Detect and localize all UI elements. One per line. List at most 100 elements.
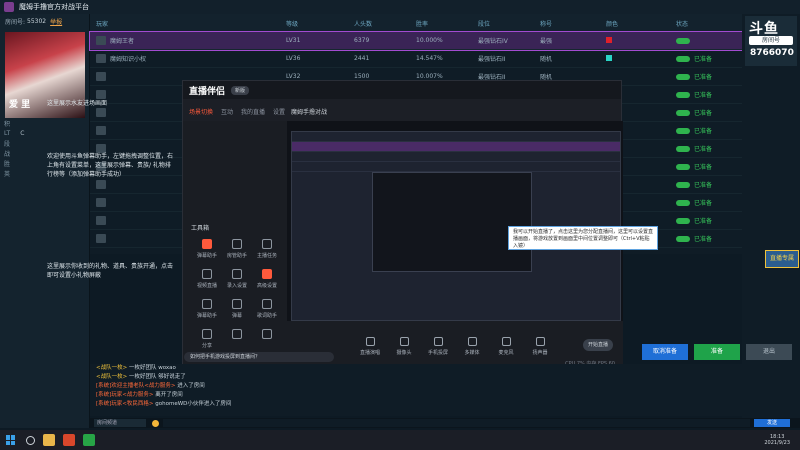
report-link[interactable]: 举报 [50,17,62,26]
chat-sender[interactable]: <战队一枚> [96,374,129,380]
media-label: 手机投屏 [427,349,448,356]
toggle-icon[interactable] [676,145,690,152]
clock[interactable]: 18:13 2021/9/23 [764,434,790,446]
chat-text: 一枚好团队 够好说走了 [128,374,186,380]
hint-pill[interactable]: 如何把手机游戏投屏到直播间？ [184,352,334,362]
media-control[interactable]: 多媒体 [460,336,484,356]
player-thumb-icon [96,90,106,99]
tool-label: 主播任务 [256,253,277,259]
tip-danmaku: 欢迎使用斗鱼弹幕助手，左键拖拽调整位置，右上角有设置菜单，这里展示弹幕、贵族/ … [47,153,174,178]
ready-status: 已准备 [694,218,713,225]
chat-text: 离开了房间 [155,392,183,398]
tool-button[interactable]: 录入设置 [221,269,253,289]
tool-button[interactable]: 房管助手 [221,239,253,259]
tool-icon [262,269,272,279]
chat-message: <战队一枚> 一枚好团队 够好说走了 [96,373,742,382]
tool-button[interactable]: 歌词助手 [251,299,283,319]
player-rate: 14.547% [416,55,443,62]
tool-button[interactable]: 视频直播 [191,269,223,289]
tool-label: 弹幕助手 [196,313,217,319]
media-control[interactable]: 扬声器 [528,336,552,356]
toggle-icon[interactable] [676,109,690,116]
companion-brand: 直播伴侣 [189,86,226,97]
chat-input[interactable] [163,419,750,427]
tool-icon [202,299,212,309]
wechat-icon[interactable] [83,434,95,446]
player-level: LV31 [286,37,301,44]
stat-key: 战 [4,150,11,158]
ready-status: 已准备 [694,110,713,117]
preview-title: 魔姆手撸对战 [291,109,328,116]
player-profile-panel: 房间号: 55302 举报 爱 里 积 LT C 段战胜英 [0,14,90,428]
ready-button[interactable]: 准备 [694,344,740,360]
tool-icon [262,299,272,309]
cancel-ready-button[interactable]: 取消准备 [642,344,688,360]
table-row[interactable]: 魔姆知识小权 LV36 2441 14.547% 最强钻石II 随机 已准备 [90,50,742,68]
toggle-icon[interactable] [676,91,690,98]
media-label: 摄像头 [396,349,412,356]
room-info: 房间号: 55302 举报 [0,14,89,28]
player-rank: 最强钻石II [478,56,506,63]
gold-badge[interactable]: 直播专属 [765,250,799,268]
tool-button[interactable]: 弹幕助手 [191,299,223,319]
tool-button[interactable] [221,329,253,342]
media-control[interactable]: 手机投屏 [426,336,450,356]
toggle-icon[interactable] [676,73,690,80]
media-control[interactable]: 麦克风 [494,336,518,356]
toggle-icon[interactable] [676,55,690,62]
toggle-icon[interactable] [676,235,690,242]
chat-sender[interactable]: <战队一枚> [96,365,129,371]
tool-label: 视频直播 [196,283,217,289]
chat-message: [系统]玩家<战力服务> 离开了房间 [96,391,742,400]
search-icon[interactable] [26,435,35,445]
chat-text: 一枚好团队 woxao [128,365,176,371]
tool-label: 分享 [201,343,212,349]
tool-button[interactable]: 高级设置 [251,269,283,289]
tab-settings[interactable]: 设置 [273,107,285,116]
player-thumb-icon [96,72,106,81]
tool-icon [232,299,242,309]
toggle-icon[interactable] [676,217,690,224]
tool-button[interactable]: 弹幕 [221,299,253,319]
media-control[interactable]: 直播演唱 [358,336,382,356]
start-live-button[interactable]: 开始直播 [583,339,613,351]
toggle-icon[interactable] [676,37,690,44]
player-name: 魔姆王者 [90,36,286,45]
ready-status: 已准备 [694,74,713,81]
start-icon[interactable] [6,435,16,445]
ready-status: 已准备 [694,236,713,243]
tool-button[interactable] [251,329,283,342]
chat-text: gohomeWD小伙伴进入了房间 [155,401,232,407]
player-name: 魔姆知识小权 [90,54,286,63]
ready-status: 已准备 [694,128,713,135]
tab-mylive[interactable]: 我的直播 [241,107,265,116]
tab-scene[interactable]: 场景切换 [189,107,213,116]
taskbar-app-icon[interactable] [63,434,75,446]
toggle-icon[interactable] [676,163,690,170]
taskbar-app-icon[interactable] [43,434,55,446]
chat-text: 进入了房间 [177,383,205,389]
send-button[interactable]: 发送 [754,419,790,427]
toggle-icon[interactable] [676,199,690,206]
tool-button[interactable]: 弹幕助手 [191,239,223,259]
emoji-icon[interactable] [152,419,159,427]
player-thumb-icon [96,180,106,189]
tool-label: 房管助手 [226,253,247,259]
table-row[interactable]: 魔姆王者 LV31 6379 10.000% 最强钻石IV 最强 [89,31,743,51]
toggle-icon[interactable] [676,181,690,188]
title-bar: 魔姆手撸官方对战平台 [0,0,800,14]
toggle-icon[interactable] [676,127,690,134]
chat-message: [系统]欢迎主播老队<战力服务> 进入了房间 [96,382,742,391]
channel-select[interactable]: 房间频道 [94,419,146,427]
tab-interact[interactable]: 互动 [221,107,233,116]
player-name-text: 魔姆王者 [110,38,135,45]
game-lobby-window: 魔姆手撸官方对战平台 房间号: 55302 举报 爱 里 积 LT C 段战胜英 玩家… [0,0,800,450]
stream-preview[interactable] [287,121,623,321]
tool-button[interactable]: 分享 [191,329,223,349]
douyu-brand: 斗鱼 [749,21,779,37]
player-color [606,54,676,63]
exit-button[interactable]: 退出 [746,344,792,360]
media-control[interactable]: 摄像头 [392,336,416,356]
tool-button[interactable]: 主播任务 [251,239,283,259]
tool-icon [262,239,272,249]
